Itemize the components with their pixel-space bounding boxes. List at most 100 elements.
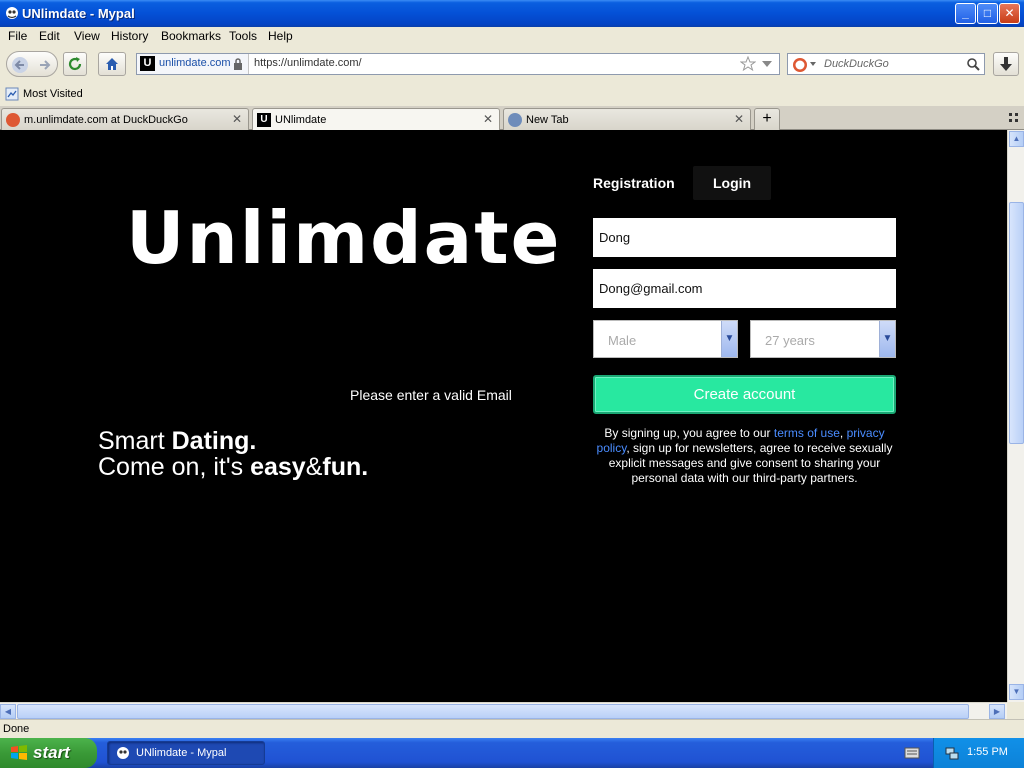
- bookmark-star-icon[interactable]: [740, 56, 756, 72]
- name-field[interactable]: [593, 218, 896, 257]
- tab-label: UNlimdate: [275, 114, 327, 126]
- terms-text-part: By signing up, you agree to our: [604, 426, 774, 440]
- mypal-app-icon: [6, 7, 18, 19]
- scroll-up-icon[interactable]: ▲: [1009, 131, 1024, 147]
- home-button[interactable]: [98, 52, 126, 76]
- maximize-button[interactable]: □: [977, 3, 998, 24]
- bookmarks-toolbar: Most Visited: [0, 83, 1024, 106]
- window-title: UNlimdate - Mypal: [22, 6, 135, 21]
- globe-icon: [508, 113, 522, 127]
- email-field[interactable]: [593, 269, 896, 308]
- tab-close-icon[interactable]: ✕: [232, 112, 242, 126]
- slogan-bold: Dating.: [171, 427, 257, 455]
- menu-help[interactable]: Help: [268, 29, 293, 43]
- start-label: start: [33, 743, 70, 762]
- unlimdate-favicon-icon: U: [257, 113, 271, 127]
- slogan-ampersand: &: [305, 453, 323, 481]
- lock-icon: [234, 58, 242, 70]
- reload-icon: [68, 57, 82, 71]
- slogan-line-2: Come on, it's easy&fun.: [98, 454, 368, 480]
- site-favicon: U: [140, 56, 155, 71]
- age-select[interactable]: 27 years ▼: [750, 320, 896, 358]
- system-tray: 1:55 PM: [933, 738, 1024, 768]
- duckduckgo-favicon-icon: [6, 113, 20, 127]
- site-logo: Unlimdate: [126, 196, 562, 280]
- engine-dropdown-icon[interactable]: [810, 62, 816, 66]
- menu-bookmarks[interactable]: Bookmarks: [161, 29, 221, 43]
- vertical-scrollbar[interactable]: ▲ ▼: [1007, 130, 1024, 702]
- taskbar-item-label: UNlimdate - Mypal: [136, 747, 227, 759]
- menu-view[interactable]: View: [74, 29, 100, 43]
- clock[interactable]: 1:55 PM: [967, 746, 1008, 758]
- menu-file[interactable]: File: [8, 29, 27, 43]
- windows-logo-icon: [11, 745, 27, 760]
- chevron-down-icon[interactable]: ▼: [879, 321, 895, 357]
- menu-edit[interactable]: Edit: [39, 29, 60, 43]
- network-icon[interactable]: [944, 745, 960, 761]
- terms-text: By signing up, you agree to our terms of…: [593, 426, 896, 486]
- scroll-right-icon[interactable]: ▶: [989, 704, 1005, 719]
- horizontal-scrollbar[interactable]: ◀ ▶: [0, 702, 1007, 719]
- windows-taskbar: start UNlimdate - Mypal 1:55 PM: [0, 738, 1024, 768]
- scroll-left-icon[interactable]: ◀: [0, 704, 16, 719]
- tab-unlimdate[interactable]: U UNlimdate ✕: [252, 108, 500, 131]
- slogan-bold: easy: [250, 453, 306, 481]
- keyboard-icon[interactable]: [904, 746, 920, 760]
- vertical-scroll-thumb[interactable]: [1009, 202, 1024, 444]
- downloads-button[interactable]: [993, 52, 1019, 76]
- horizontal-scroll-thumb[interactable]: [17, 704, 969, 719]
- minimize-button[interactable]: _: [955, 3, 976, 24]
- slogan-bold: fun.: [322, 453, 369, 481]
- gender-select-value: Male: [608, 333, 637, 348]
- gender-select[interactable]: Male ▼: [593, 320, 738, 358]
- status-text: Done: [3, 723, 30, 735]
- forward-arrow-icon[interactable]: [37, 57, 53, 73]
- terms-text-part: , sign up for newsletters, agree to rece…: [608, 441, 893, 485]
- close-button[interactable]: ✕: [999, 3, 1020, 24]
- menu-tools[interactable]: Tools: [229, 29, 257, 43]
- tab-registration[interactable]: Registration: [593, 166, 675, 200]
- mypal-app-icon: [117, 747, 129, 759]
- duckduckgo-engine-icon[interactable]: [792, 57, 808, 73]
- url-input[interactable]: https://unlimdate.com/: [254, 57, 362, 69]
- email-validation-message: Please enter a valid Email: [350, 387, 512, 403]
- site-identity-box[interactable]: U unlimdate.com: [137, 54, 249, 74]
- reload-button[interactable]: [63, 52, 87, 76]
- tab-new-tab[interactable]: New Tab ✕: [503, 108, 751, 130]
- most-visited-folder-icon: [5, 87, 19, 101]
- tab-label: New Tab: [526, 114, 569, 126]
- page-content: Unlimdate Please enter a valid Email Sma…: [0, 130, 1007, 702]
- terms-text-part: ,: [839, 426, 847, 440]
- download-arrow-icon: [1000, 57, 1012, 71]
- back-arrow-icon[interactable]: [11, 56, 29, 74]
- start-button[interactable]: start: [0, 738, 97, 768]
- search-input[interactable]: DuckDuckGo: [824, 58, 889, 70]
- tab-login[interactable]: Login: [693, 166, 772, 200]
- terms-of-use-link[interactable]: terms of use: [774, 426, 840, 440]
- slogan-line-1: Smart Dating.: [98, 428, 368, 454]
- tab-list-icon[interactable]: [1008, 112, 1020, 124]
- bookmark-most-visited[interactable]: Most Visited: [23, 88, 83, 100]
- tab-close-icon[interactable]: ✕: [483, 112, 493, 126]
- tab-duckduckgo[interactable]: m.unlimdate.com at DuckDuckGo ✕: [1, 108, 249, 130]
- tab-strip: m.unlimdate.com at DuckDuckGo ✕ U UNlimd…: [0, 106, 1024, 131]
- menu-history[interactable]: History: [111, 29, 148, 43]
- scroll-down-icon[interactable]: ▼: [1009, 684, 1024, 700]
- taskbar-item-mypal[interactable]: UNlimdate - Mypal: [107, 741, 265, 765]
- search-bar[interactable]: DuckDuckGo: [787, 53, 985, 75]
- status-bar: Done: [0, 719, 1024, 738]
- slogan-text: Come on, it's: [98, 453, 251, 481]
- url-bar[interactable]: U unlimdate.com https://unlimdate.com/: [136, 53, 780, 75]
- new-tab-button[interactable]: +: [754, 108, 780, 130]
- create-account-button[interactable]: Create account: [593, 375, 896, 414]
- back-forward-group: [6, 51, 58, 77]
- slogan: Smart Dating. Come on, it's easy&fun.: [98, 428, 368, 480]
- url-dropdown-icon[interactable]: [762, 61, 772, 67]
- slogan-text: Smart: [98, 427, 172, 455]
- tab-close-icon[interactable]: ✕: [734, 112, 744, 126]
- site-identity-label: unlimdate.com: [159, 57, 231, 69]
- search-icon[interactable]: [966, 57, 981, 72]
- chevron-down-icon[interactable]: ▼: [721, 321, 737, 357]
- window-titlebar: UNlimdate - Mypal _ □ ✕: [0, 0, 1024, 27]
- navigation-toolbar: U unlimdate.com https://unlimdate.com/ D…: [0, 45, 1024, 83]
